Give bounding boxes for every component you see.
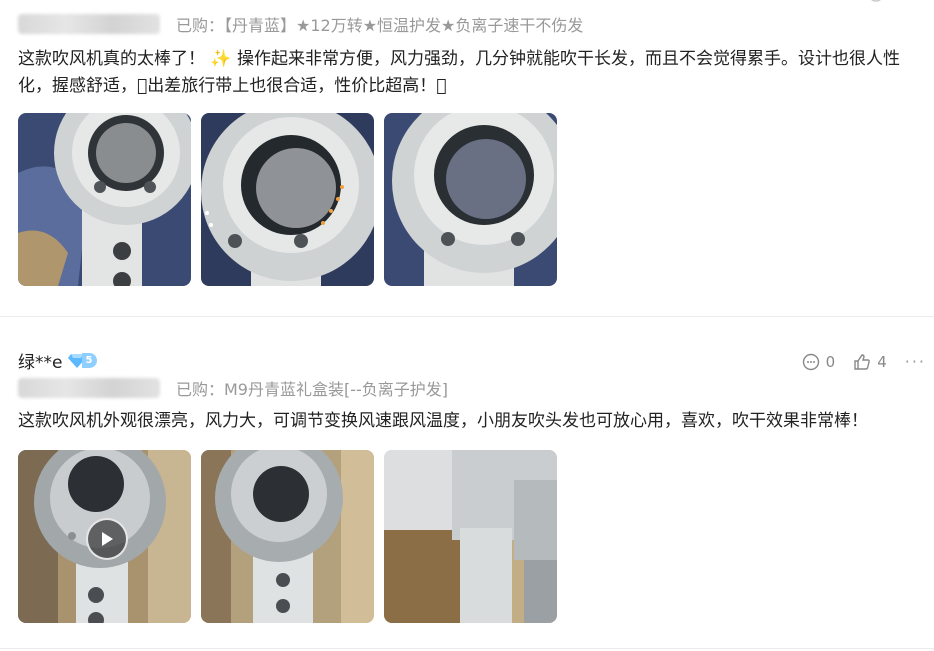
review-card-2: 绿**e 5 0 4 ··· 已购：M9丹青蓝礼盒装[--负离子护发] 这款吹风… (0, 336, 934, 651)
comment-bubble-icon (802, 353, 819, 370)
comment-count: 0 (825, 352, 836, 371)
cropped-action-icons[interactable] (866, 0, 926, 6)
review-date-blurred (18, 14, 160, 34)
thumbs-up-icon (854, 353, 871, 370)
review-photo-3[interactable] (384, 450, 557, 623)
review-meta: 已购：【丹青蓝】★12万转★恒温护发★负离子速干不伤发 (18, 12, 583, 36)
review-actions: 0 4 ··· (784, 352, 926, 371)
reviewer-username[interactable]: 绿**e (18, 348, 62, 373)
review-photo-2[interactable] (201, 113, 374, 286)
review-divider (0, 316, 934, 317)
play-icon (102, 532, 113, 546)
review-video-1[interactable] (18, 450, 191, 623)
review-text: 这款吹风机真的太棒了！ ✨ 操作起来非常方便，风力强劲，几分钟就能吹干长发，而且… (18, 49, 900, 96)
review-divider-bottom (0, 648, 934, 649)
reviewer-info: 绿**e 5 (18, 348, 98, 373)
vip-badge: 5 (68, 353, 98, 368)
review-text: 这款吹风机外观很漂亮，风力大，可调节变换风速跟风温度，小朋友吹头发也可放心用，喜… (18, 411, 868, 431)
purchased-variant: 已购：M9丹青蓝礼盒装[--负离子护发] (176, 380, 449, 399)
review-date-blurred (18, 378, 160, 398)
purchased-variant: 已购：【丹青蓝】★12万转★恒温护发★负离子速干不伤发 (176, 16, 584, 35)
more-dots-icon[interactable]: ··· (905, 352, 926, 371)
review-meta: 已购：M9丹青蓝礼盒装[--负离子护发] (18, 376, 448, 400)
review-card-1: 已购：【丹青蓝】★12万转★恒温护发★负离子速干不伤发 这款吹风机真的太棒了！ … (0, 0, 934, 318)
comment-button[interactable]: 0 (802, 352, 836, 371)
review-photo-2[interactable] (201, 450, 374, 623)
review-photos (18, 450, 557, 623)
review-photo-1[interactable] (18, 113, 191, 286)
play-button[interactable] (86, 518, 128, 560)
review-photo-3[interactable] (384, 113, 557, 286)
like-count: 4 (877, 352, 887, 371)
like-button[interactable]: 4 (853, 353, 887, 371)
review-photos (18, 113, 557, 286)
top-action-icons (866, 0, 926, 6)
vip-level: 5 (82, 353, 98, 368)
